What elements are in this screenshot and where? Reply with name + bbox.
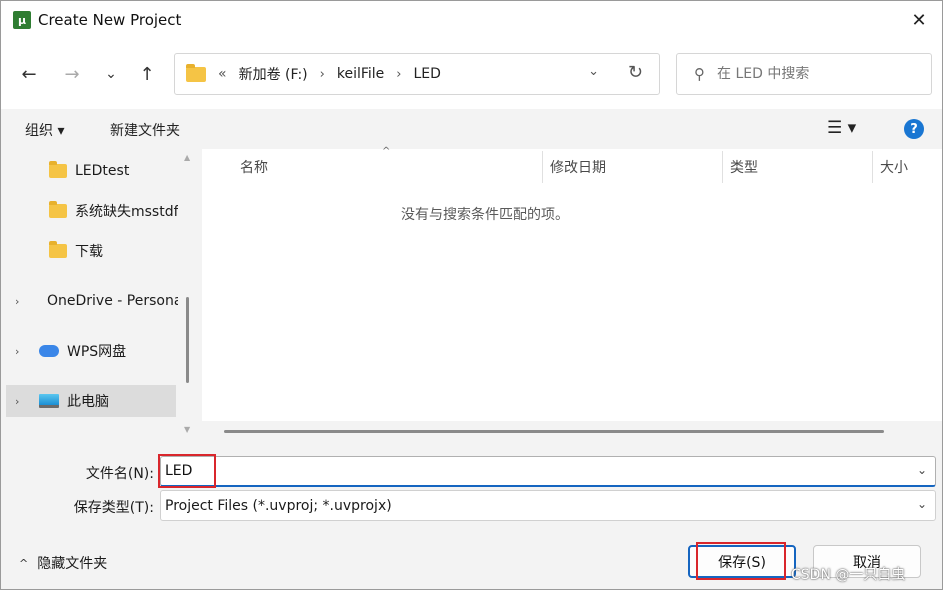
hide-folders-toggle[interactable]: ^ 隐藏文件夹 [19, 553, 107, 573]
arrow-up-icon: ↑ [139, 63, 155, 85]
folder-icon [49, 161, 67, 178]
sidebar-item-onedrive[interactable]: › OneDrive - Personal [1, 285, 179, 317]
recent-locations-button[interactable]: ⌄ [98, 61, 124, 87]
search-box[interactable]: ⚲ [676, 53, 932, 95]
filetype-select[interactable]: Project Files (*.uvproj; *.uvprojx) ⌄ [160, 490, 936, 521]
scrollbar-thumb[interactable] [224, 430, 884, 433]
sidebar-item-label: LEDtest [75, 163, 130, 179]
chevron-right-icon[interactable]: › [15, 345, 19, 358]
sidebar-item-ledtest[interactable]: LEDtest [1, 155, 179, 187]
sidebar-item-downloads[interactable]: 下载 [1, 235, 179, 267]
refresh-icon[interactable]: ↻ [628, 62, 643, 83]
create-project-dialog: μ Create New Project ✕ ← → ⌄ ↑ « 新加卷 (F:… [0, 0, 943, 590]
column-header-name[interactable]: 名称 [240, 149, 268, 185]
keil-app-icon: μ [13, 11, 31, 29]
highlight-annotation [696, 542, 786, 580]
folder-icon [49, 241, 67, 258]
hide-folders-label: 隐藏文件夹 [37, 556, 108, 572]
view-options-button[interactable]: ☰ ▾ [827, 118, 856, 138]
navigation-pane: LEDtest 系统缺失msstdf 下载 › OneDrive - Perso… [1, 149, 201, 441]
watermark: CSDN @一只白虫 [791, 567, 906, 583]
filetype-row: 保存类型(T): Project Files (*.uvproj; *.uvpr… [1, 490, 942, 522]
sidebar-item-label: WPS网盘 [67, 344, 127, 360]
breadcrumb-overflow[interactable]: « [218, 66, 227, 82]
scroll-down-icon[interactable]: ▼ [184, 425, 190, 434]
computer-icon [39, 394, 59, 408]
chevron-down-icon: ⌄ [105, 66, 117, 82]
back-button[interactable]: ← [16, 61, 42, 87]
chevron-down-icon[interactable]: ⌄ [917, 463, 927, 477]
up-button[interactable]: ↑ [134, 61, 160, 87]
column-divider[interactable] [872, 151, 873, 183]
column-header-modified[interactable]: 修改日期 [550, 149, 606, 185]
chevron-down-icon[interactable]: ⌄ [917, 497, 927, 511]
breadcrumb-led[interactable]: LED [413, 66, 440, 82]
chevron-up-icon: ^ [19, 556, 29, 570]
window-title: Create New Project [38, 11, 182, 29]
chevron-right-icon[interactable]: › [15, 395, 19, 408]
sidebar-scrollbar[interactable]: ▲ ▼ [178, 149, 200, 441]
sidebar-item-label: OneDrive - Personal [47, 293, 179, 309]
arrow-right-icon: → [64, 63, 80, 85]
breadcrumb-separator[interactable]: › [396, 67, 401, 82]
column-divider[interactable] [722, 151, 723, 183]
column-header-type[interactable]: 类型 [730, 149, 758, 185]
forward-button[interactable]: → [59, 61, 85, 87]
command-bar: 组织 ▾ 新建文件夹 ☰ ▾ ? [1, 109, 942, 149]
chevron-down-icon[interactable]: ⌄ [588, 64, 599, 79]
column-header-size[interactable]: 大小 [880, 149, 908, 185]
breadcrumb-separator[interactable]: › [320, 67, 325, 82]
breadcrumb-keilfile[interactable]: keilFile [337, 66, 384, 82]
chevron-right-icon[interactable]: › [15, 295, 19, 308]
file-list[interactable]: ^ 名称 修改日期 类型 大小 没有与搜索条件匹配的项。 [202, 146, 942, 441]
scroll-up-icon[interactable]: ▲ [184, 153, 190, 162]
wps-cloud-icon [39, 345, 59, 357]
sidebar-item-label: 下载 [75, 244, 103, 260]
breadcrumb-drive[interactable]: 新加卷 (F:) [239, 64, 308, 84]
folder-icon [49, 201, 67, 218]
sidebar-item-label: 此电脑 [67, 394, 109, 410]
highlight-annotation [158, 454, 216, 488]
sidebar-item-this-pc[interactable]: › 此电脑 [6, 385, 176, 417]
filename-input[interactable] [165, 463, 865, 479]
address-bar[interactable]: « 新加卷 (F:) › keilFile › LED ⌄ ↻ [174, 53, 660, 95]
filename-label: 文件名(N): [85, 466, 154, 482]
filetype-label: 保存类型(T): [73, 500, 154, 516]
arrow-left-icon: ← [21, 63, 37, 85]
navigation-bar: ← → ⌄ ↑ « 新加卷 (F:) › keilFile › LED ⌄ ↻ … [1, 39, 942, 109]
sort-ascending-icon: ^ [382, 146, 391, 157]
new-folder-button[interactable]: 新建文件夹 [110, 120, 180, 140]
column-divider[interactable] [542, 151, 543, 183]
close-button[interactable]: ✕ [906, 7, 932, 33]
search-icon: ⚲ [694, 65, 705, 83]
title-bar: μ Create New Project ✕ [1, 1, 942, 39]
organize-menu-button[interactable]: 组织 ▾ [25, 120, 64, 140]
filename-combobox[interactable]: ⌄ [160, 456, 936, 487]
sidebar-item-label: 系统缺失msstdf [75, 204, 179, 220]
filename-row: 文件名(N): ⌄ [1, 456, 942, 488]
folder-icon [186, 63, 206, 82]
sidebar-item-msstdf[interactable]: 系统缺失msstdf [1, 195, 179, 227]
horizontal-scrollbar[interactable] [202, 421, 942, 441]
filetype-value: Project Files (*.uvproj; *.uvprojx) [165, 497, 392, 514]
close-icon: ✕ [911, 9, 927, 31]
scrollbar-thumb[interactable] [186, 297, 189, 383]
help-icon[interactable]: ? [904, 119, 924, 139]
empty-results-message: 没有与搜索条件匹配的项。 [401, 207, 569, 223]
search-input[interactable] [717, 66, 907, 82]
sidebar-item-wps[interactable]: › WPS网盘 [1, 335, 179, 367]
